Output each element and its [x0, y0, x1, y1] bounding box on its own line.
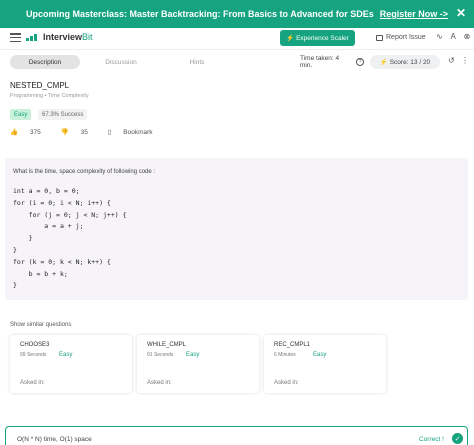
- similar-question-difficulty: Easy: [186, 352, 200, 358]
- experience-scaler-button[interactable]: ⚡ Experience Scaler: [280, 30, 355, 46]
- similar-question-name: REC_CMPL1: [274, 342, 311, 348]
- question-text: What is the time, space complexity of fo…: [13, 169, 156, 175]
- tab-hints[interactable]: Hints: [162, 55, 232, 69]
- problem-category: Programming • Time Complexity: [10, 93, 89, 99]
- masterclass-banner: Upcoming Masterclass: Master Backtrackin…: [0, 0, 474, 28]
- similar-question-card[interactable]: WHILE_CMPL 91 Seconds Easy Asked in:: [137, 335, 259, 393]
- bolt-icon: ⚡: [286, 35, 297, 42]
- similar-question-difficulty: Easy: [313, 352, 327, 358]
- banner-message: Upcoming Masterclass: Master Backtrackin…: [25, 9, 374, 19]
- similar-question-name: WHILE_CMPL: [147, 342, 187, 348]
- similar-question-time: 99 Seconds: [20, 352, 47, 358]
- check-icon: ✓: [452, 433, 463, 444]
- report-issue-label: Report Issue: [386, 34, 426, 41]
- comment-icon: [376, 34, 383, 41]
- time-taken: Time taken: 4 min. ?: [300, 55, 364, 69]
- report-issue-button[interactable]: Report Issue: [376, 34, 426, 41]
- similar-question-card[interactable]: REC_CMPL1 6 Minutes Easy Asked in:: [264, 335, 386, 393]
- asked-in-label: Asked in:: [274, 380, 299, 386]
- close-icon[interactable]: ✕: [456, 6, 466, 20]
- answer-status: Correct !: [419, 436, 444, 443]
- tab-discussion[interactable]: Discussion: [86, 55, 156, 69]
- thumbs-up-icon: 👍: [10, 129, 19, 136]
- show-similar-questions-link[interactable]: Show similar questions: [10, 322, 71, 328]
- experience-scaler-label: Experience Scaler: [296, 34, 349, 42]
- dislikes-button[interactable]: 👎 35: [61, 128, 98, 136]
- score-label: Score: 13 / 20: [389, 58, 431, 66]
- problem-stats: 👍 375 👎 35 ▯ Bookmark: [10, 128, 173, 136]
- asked-in-label: Asked in:: [20, 380, 45, 386]
- thumbs-down-icon: 👎: [60, 129, 69, 136]
- interviewbit-logo[interactable]: Interview Bit: [26, 32, 93, 42]
- hamburger-menu-icon[interactable]: [10, 33, 21, 43]
- reset-icon[interactable]: ↺: [448, 56, 455, 65]
- similar-question-name: CHOOSE3: [20, 342, 50, 348]
- answer-option-correct[interactable]: O(N * N) time, O(1) space Correct ! ✓: [5, 426, 468, 445]
- bolt-icon: ⚡: [379, 59, 390, 66]
- problem-title: NESTED_CMPL: [10, 81, 70, 90]
- similar-question-time: 91 Seconds: [147, 352, 174, 358]
- similar-question-time: 6 Minutes: [274, 352, 296, 358]
- more-options-icon[interactable]: ⋮: [461, 56, 469, 65]
- tool-icons[interactable]: ∿ A ⊗: [436, 32, 473, 41]
- likes-count: 375: [29, 129, 41, 136]
- similar-question-card[interactable]: CHOOSE3 99 Seconds Easy Asked in:: [10, 335, 132, 393]
- dislikes-count: 35: [80, 129, 88, 136]
- similar-question-difficulty: Easy: [59, 352, 73, 358]
- bookmark-icon: ▯: [107, 129, 112, 136]
- info-icon[interactable]: ?: [356, 58, 364, 66]
- time-taken-label: Time taken: 4 min.: [300, 55, 340, 69]
- success-rate-badge: 67.3% Success: [38, 109, 88, 120]
- bookmark-button[interactable]: ▯ Bookmark: [108, 128, 163, 136]
- logo-text-accent: Bit: [82, 32, 93, 42]
- score-badge: ⚡ Score: 13 / 20: [370, 55, 440, 69]
- likes-button[interactable]: 👍 375: [10, 128, 51, 136]
- code-block: int a = 0, b = 0; for (i = 0; i < N; i++…: [13, 187, 127, 290]
- answer-text: O(N * N) time, O(1) space: [17, 436, 92, 443]
- asked-in-label: Asked in:: [147, 380, 172, 386]
- difficulty-badge: Easy: [10, 109, 32, 120]
- logo-icon: [26, 33, 37, 41]
- logo-text-bold: Interview: [43, 32, 83, 42]
- tab-description[interactable]: Description: [10, 55, 80, 69]
- bookmark-label: Bookmark: [123, 129, 153, 136]
- register-now-link[interactable]: Register Now ->: [380, 9, 448, 19]
